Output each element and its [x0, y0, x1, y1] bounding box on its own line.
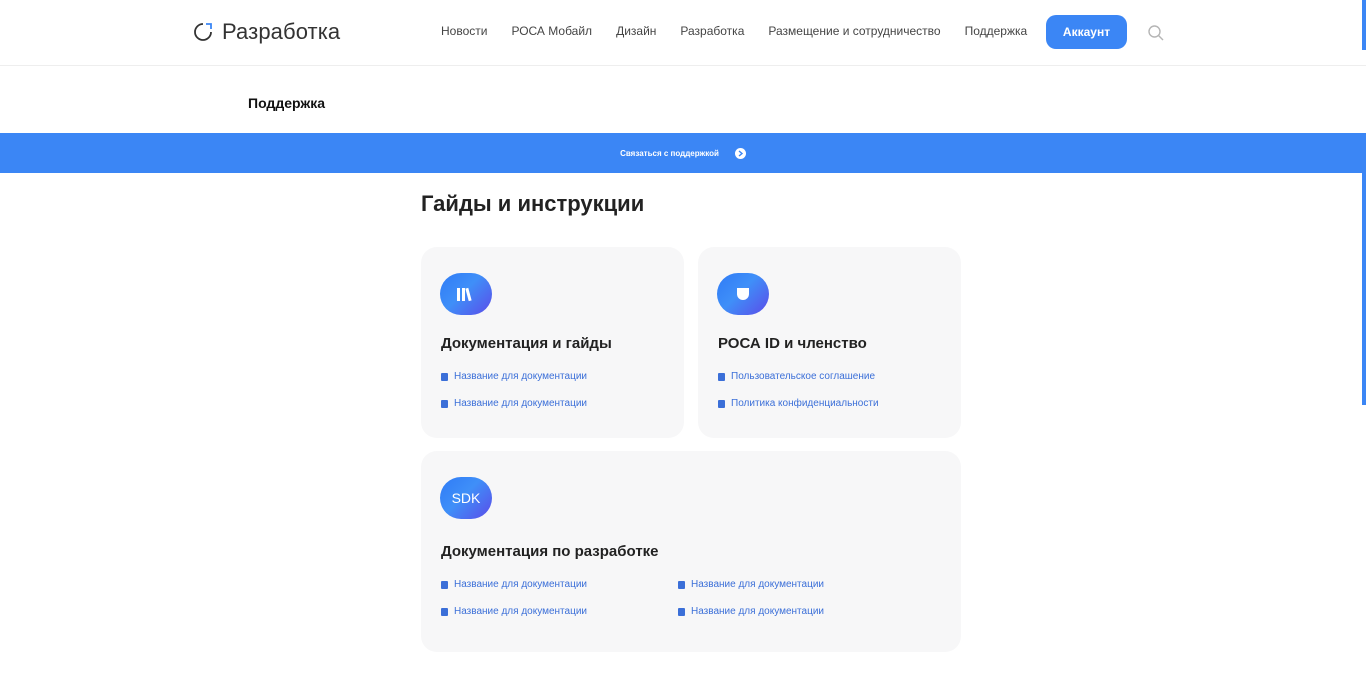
contact-support-banner[interactable]: Связаться с поддержкой — [0, 133, 1366, 173]
document-icon — [718, 399, 725, 408]
document-icon — [678, 580, 685, 589]
sdk-icon-label: SDK — [451, 490, 481, 506]
doc-link-label: Название для документации — [691, 579, 824, 590]
document-icon — [441, 372, 448, 381]
doc-link[interactable]: Название для документации — [678, 606, 824, 617]
doc-link[interactable]: Название для документации — [441, 579, 587, 590]
nav-item-placement[interactable]: Размещение и сотрудничество — [768, 24, 940, 38]
books-icon — [440, 273, 492, 315]
search-icon[interactable] — [1147, 24, 1165, 42]
doc-link[interactable]: Название для документации — [441, 371, 587, 382]
top-navigation-bar: Разработка Новости РОСА Мобайл Дизайн Ра… — [0, 0, 1366, 66]
document-icon — [441, 607, 448, 616]
nav-item-design[interactable]: Дизайн — [616, 24, 656, 38]
card-title: Документация по разработке — [441, 543, 659, 560]
card-title: РОСА ID и членство — [718, 335, 867, 352]
doc-link-label: Название для документации — [454, 579, 587, 590]
doc-link[interactable]: Название для документации — [678, 579, 824, 590]
logo-text: Разработка — [222, 19, 341, 44]
rosa-id-icon — [717, 273, 769, 315]
card-dev-documentation: SDK Документация по разработке Название … — [421, 451, 961, 652]
nav-item-development[interactable]: Разработка — [680, 24, 744, 38]
document-icon — [678, 607, 685, 616]
page-title: Поддержка — [248, 95, 326, 111]
doc-link-label: Название для документации — [454, 606, 587, 617]
scrollbar-thumb[interactable] — [1362, 165, 1366, 405]
user-agreement-link[interactable]: Пользовательское соглашение — [718, 371, 875, 382]
doc-link-label: Название для документации — [691, 606, 824, 617]
nav-item-support[interactable]: Поддержка — [965, 24, 1028, 38]
nav-item-news[interactable]: Новости — [441, 24, 487, 38]
doc-link-label: Название для документации — [454, 398, 587, 409]
main-nav: Новости РОСА Мобайл Дизайн Разработка Ра… — [441, 24, 1027, 38]
arrow-right-icon — [734, 147, 746, 159]
sdk-icon: SDK — [440, 477, 492, 519]
scrollbar-thumb-top[interactable] — [1362, 0, 1366, 50]
contact-support-label: Связаться с поддержкой — [620, 148, 719, 158]
nav-item-rosa-mobile[interactable]: РОСА Мобайл — [511, 24, 592, 38]
card-documentation-guides: Документация и гайды Название для докуме… — [421, 247, 684, 438]
account-button[interactable]: Аккаунт — [1046, 15, 1127, 49]
privacy-policy-link[interactable]: Политика конфиденциальности — [718, 398, 879, 409]
document-icon — [441, 399, 448, 408]
site-logo[interactable]: Разработка — [192, 19, 340, 45]
doc-link[interactable]: Название для документации — [441, 606, 587, 617]
document-icon — [441, 580, 448, 589]
doc-link-label: Пользовательское соглашение — [731, 371, 876, 382]
card-rosa-id: РОСА ID и членство Пользовательское согл… — [698, 247, 961, 438]
doc-link[interactable]: Название для документации — [441, 398, 587, 409]
logo-icon — [194, 23, 212, 41]
doc-link-label: Политика конфиденциальности — [731, 398, 879, 409]
card-title: Документация и гайды — [441, 335, 612, 352]
doc-link-label: Название для документации — [454, 371, 587, 382]
section-title: Гайды и инструкции — [421, 191, 645, 216]
document-icon — [718, 372, 725, 381]
